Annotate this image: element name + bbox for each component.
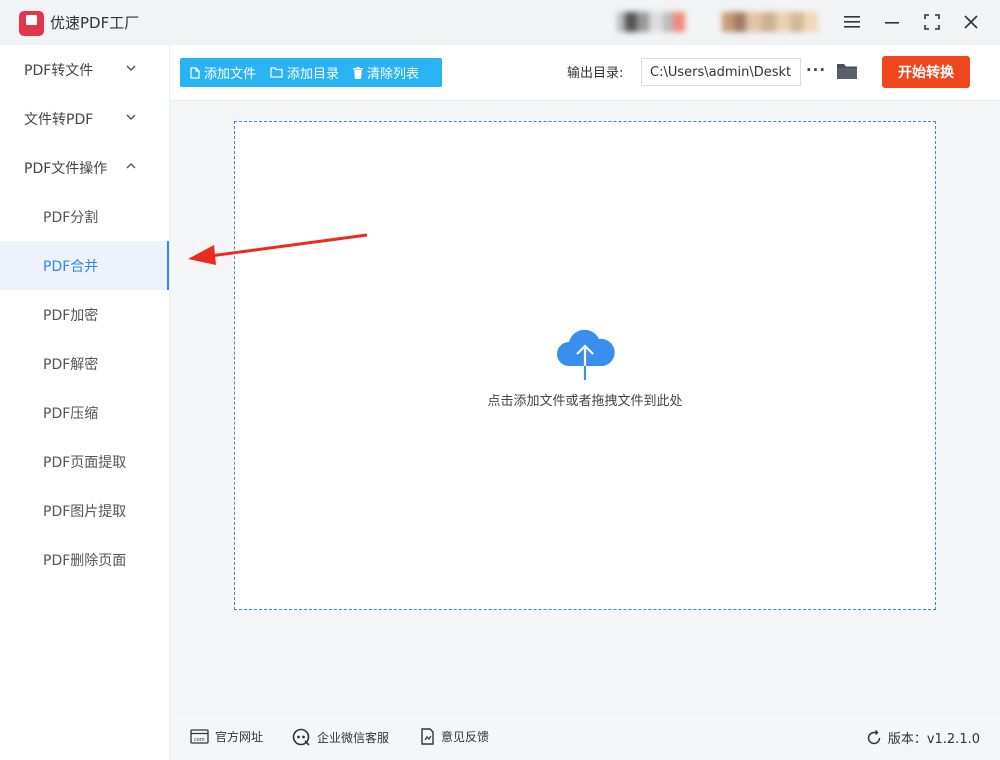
add-folder-label: 添加目录 xyxy=(287,67,340,82)
minimize-icon[interactable] xyxy=(879,9,905,35)
app-title: 优速PDF工厂 xyxy=(50,14,140,32)
sidebar-group-file-to-pdf[interactable]: 文件转PDF xyxy=(0,94,169,143)
footer: com 官方网址 企业微信客服 意见反馈 版本：v1.2.1.0 xyxy=(170,713,1000,760)
official-website-link[interactable]: com 官方网址 xyxy=(190,728,263,745)
app-logo-icon: PDF xyxy=(19,11,44,36)
close-icon[interactable] xyxy=(958,9,984,35)
clear-list-button[interactable]: 清除列表 xyxy=(343,58,423,87)
sidebar-group-pdf-to-file[interactable]: PDF转文件 xyxy=(0,45,169,94)
file-button-group: 添加文件 添加目录 清除列表 xyxy=(180,58,442,87)
sidebar-item-pdf-compress[interactable]: PDF压缩 xyxy=(0,388,169,437)
trash-icon xyxy=(353,66,364,79)
drop-zone-hint: 点击添加文件或者拖拽文件到此处 xyxy=(487,394,683,409)
refresh-icon xyxy=(867,729,881,744)
file-drop-zone[interactable]: 点击添加文件或者拖拽文件到此处 xyxy=(234,121,936,610)
website-icon: com xyxy=(190,728,209,744)
feedback-label: 意见反馈 xyxy=(441,730,490,744)
output-dir-input[interactable] xyxy=(641,58,801,86)
chevron-down-icon xyxy=(126,65,136,71)
chevron-down-icon xyxy=(126,114,136,120)
file-icon xyxy=(190,66,200,79)
sidebar-item-pdf-encrypt[interactable]: PDF加密 xyxy=(0,290,169,339)
chevron-up-icon xyxy=(126,163,136,169)
folder-icon[interactable] xyxy=(836,61,858,81)
add-file-button[interactable]: 添加文件 xyxy=(180,58,260,87)
sidebar-item-pdf-merge[interactable]: PDF合并 xyxy=(0,241,169,290)
clear-list-label: 清除列表 xyxy=(367,67,420,82)
title-bar: PDF 优速PDF工厂 xyxy=(0,0,1000,45)
feedback-icon xyxy=(421,728,434,745)
output-dir-label: 输出目录: xyxy=(567,66,624,81)
start-convert-button[interactable]: 开始转换 xyxy=(882,56,970,88)
sidebar-item-pdf-image-extract[interactable]: PDF图片提取 xyxy=(0,486,169,535)
sidebar-group-label: PDF转文件 xyxy=(24,62,94,79)
sidebar-item-pdf-split[interactable]: PDF分割 xyxy=(0,192,169,241)
sidebar-item-pdf-decrypt[interactable]: PDF解密 xyxy=(0,339,169,388)
feedback-link[interactable]: 意见反馈 xyxy=(420,728,489,745)
main-area: 点击添加文件或者拖拽文件到此处 xyxy=(170,101,1000,713)
svg-text:com: com xyxy=(194,737,205,743)
menu-icon[interactable] xyxy=(839,9,865,35)
toolbar: 添加文件 添加目录 清除列表 输出目录: ··· 开始转换 xyxy=(170,45,1000,101)
wechat-support-label: 企业微信客服 xyxy=(317,731,390,745)
sidebar-group-label: 文件转PDF xyxy=(24,111,94,128)
version-label: 版本：v1.2.1.0 xyxy=(887,732,980,747)
cloud-upload-icon xyxy=(557,329,615,380)
add-folder-button[interactable]: 添加目录 xyxy=(260,58,343,87)
user-avatar-blurred[interactable] xyxy=(617,12,685,32)
sidebar-item-pdf-page-extract[interactable]: PDF页面提取 xyxy=(0,437,169,486)
chat-icon xyxy=(292,728,310,746)
sidebar-group-label: PDF文件操作 xyxy=(24,160,108,177)
more-options-button[interactable]: ··· xyxy=(806,57,826,83)
add-file-label: 添加文件 xyxy=(204,67,257,82)
folder-outline-icon xyxy=(270,67,283,78)
official-website-label: 官方网址 xyxy=(215,730,264,744)
sidebar-item-pdf-delete-pages[interactable]: PDF删除页面 xyxy=(0,535,169,584)
version-info[interactable]: 版本：v1.2.1.0 xyxy=(866,728,980,747)
user-info-blurred[interactable] xyxy=(722,12,818,32)
maximize-icon[interactable] xyxy=(919,9,945,35)
sidebar: PDF转文件 文件转PDF PDF文件操作 PDF分割 PDF合并 PDF加密 … xyxy=(0,45,170,760)
wechat-support-link[interactable]: 企业微信客服 xyxy=(292,728,389,747)
sidebar-group-pdf-operations[interactable]: PDF文件操作 xyxy=(0,143,169,192)
